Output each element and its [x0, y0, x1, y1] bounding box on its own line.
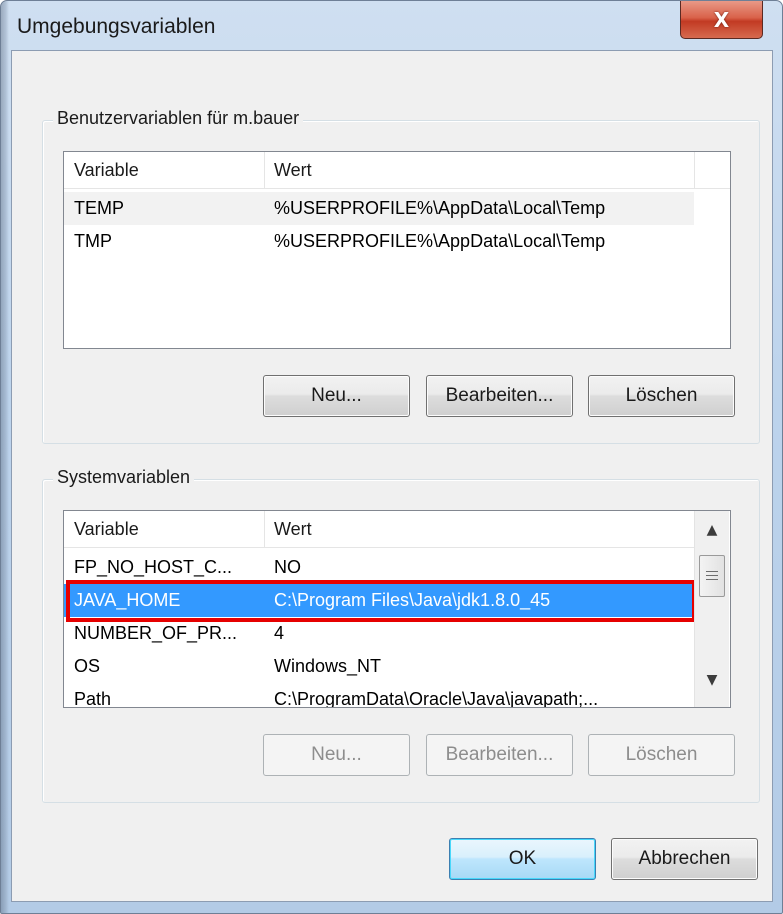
arrow-down-icon[interactable]: ▼	[695, 663, 729, 697]
vertical-scrollbar[interactable]: ▲ ▼	[694, 511, 729, 707]
list-item[interactable]: Path C:\ProgramData\Oracle\Java\javapath…	[64, 683, 694, 708]
user-edit-button[interactable]: Bearbeiten...	[426, 375, 573, 417]
variable-name: TMP	[74, 231, 112, 251]
user-variables-group: Benutzervariablen für m.bauer Variable W…	[42, 108, 760, 444]
list-item[interactable]: TMP %USERPROFILE%\AppData\Local\Temp	[64, 225, 694, 258]
system-new-button[interactable]: Neu...	[263, 734, 410, 776]
system-edit-button[interactable]: Bearbeiten...	[426, 734, 573, 776]
user-list-header: Variable Wert	[64, 152, 730, 189]
column-header-variable[interactable]: Variable	[64, 511, 264, 547]
user-variables-list[interactable]: Variable Wert TEMP %USERPROFILE%\AppData…	[63, 151, 731, 349]
variable-name: OS	[74, 656, 101, 676]
variable-value: %USERPROFILE%\AppData\Local\Temp	[274, 198, 606, 218]
column-separator	[694, 152, 695, 188]
variable-value: %USERPROFILE%\AppData\Local\Temp	[274, 231, 606, 251]
column-header-variable[interactable]: Variable	[64, 152, 264, 188]
window-title: Umgebungsvariablen	[17, 15, 216, 38]
user-variables-group-label: Benutzervariablen für m.bauer	[53, 108, 304, 129]
dialog-client-area: Benutzervariablen für m.bauer Variable W…	[11, 50, 773, 902]
user-new-button[interactable]: Neu...	[263, 375, 410, 417]
close-button[interactable]: X	[680, 1, 763, 39]
system-list-header: Variable Wert	[64, 511, 696, 548]
window-shadow	[1, 1, 9, 913]
user-delete-button[interactable]: Löschen	[588, 375, 735, 417]
annotation-highlight-box	[66, 580, 696, 622]
close-icon: X	[713, 7, 730, 32]
variable-value: Windows_NT	[274, 656, 382, 676]
list-item[interactable]: OS Windows_NT	[64, 650, 694, 683]
list-item[interactable]: TEMP %USERPROFILE%\AppData\Local\Temp	[64, 192, 694, 225]
system-variables-group: Systemvariablen Variable Wert FP_NO_HOST…	[42, 467, 760, 803]
variable-name: Path	[74, 689, 112, 708]
arrow-up-icon[interactable]: ▲	[695, 513, 729, 547]
column-header-value[interactable]: Wert	[264, 511, 694, 547]
variable-name: TEMP	[74, 198, 125, 218]
cancel-button[interactable]: Abbrechen	[611, 838, 758, 880]
scrollbar-thumb[interactable]	[699, 555, 725, 597]
dialog-window: Umgebungsvariablen X Benutzervariablen f…	[0, 0, 783, 914]
ok-button[interactable]: OK	[449, 838, 596, 880]
variable-value: C:\ProgramData\Oracle\Java\javapath;...	[274, 689, 599, 708]
system-delete-button[interactable]: Löschen	[588, 734, 735, 776]
system-variables-group-label: Systemvariablen	[53, 467, 195, 488]
column-header-value[interactable]: Wert	[264, 152, 694, 188]
system-variables-list[interactable]: Variable Wert FP_NO_HOST_C... NO JAVA_HO…	[63, 510, 731, 708]
grip-icon	[706, 570, 718, 582]
